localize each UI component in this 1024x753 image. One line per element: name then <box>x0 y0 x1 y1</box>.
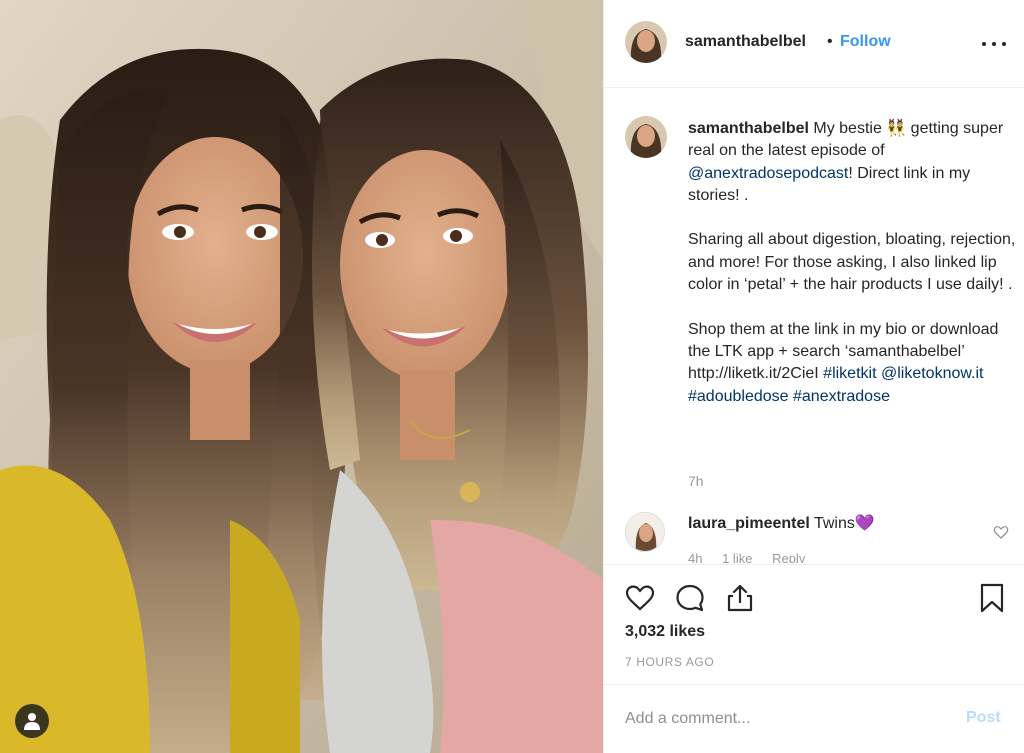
avatar[interactable] <box>625 21 667 63</box>
comment-username[interactable]: laura_pimeentel <box>688 515 810 532</box>
caption-paragraph-2: Sharing all about digestion, bloating, r… <box>688 231 1016 294</box>
hashtag-link[interactable]: #liketkit <box>823 365 876 382</box>
comment-input[interactable] <box>625 705 945 733</box>
mention-link[interactable]: @liketoknow.it <box>881 365 984 382</box>
post-photo[interactable] <box>0 0 603 753</box>
comment: laura_pimeentel Twins💜 <box>688 513 875 533</box>
caption-time[interactable]: 7h <box>688 473 704 489</box>
comment-time: 4h <box>688 551 703 563</box>
separator-dot: • <box>827 33 833 50</box>
follow-button[interactable]: Follow <box>840 33 891 51</box>
reply-button[interactable]: Reply <box>772 551 805 563</box>
heart-icon[interactable] <box>993 524 1009 540</box>
post-sidebar: samanthabelbel • Follow samanthabelbel M… <box>603 0 1024 753</box>
post-caption: samanthabelbel My bestie 👯 getting super… <box>688 118 1016 408</box>
photo-illustration <box>0 0 603 753</box>
hashtag-link[interactable]: #adoubledose <box>688 388 789 405</box>
user-icon[interactable] <box>15 704 49 738</box>
post-actions: 3,032 likes 7 HOURS AGO <box>604 564 1024 684</box>
comment-avatar[interactable] <box>625 512 665 552</box>
mention-link[interactable]: @anextradosepodcast <box>688 165 848 182</box>
bookmark-icon[interactable] <box>976 582 1008 614</box>
likes-count[interactable]: 3,032 likes <box>625 623 705 641</box>
comment-icon[interactable] <box>674 582 706 614</box>
comments-section[interactable]: samanthabelbel My bestie 👯 getting super… <box>604 89 1024 563</box>
post-button[interactable]: Post <box>966 709 1001 727</box>
more-horizontal-icon[interactable] <box>982 34 1006 54</box>
share-icon[interactable] <box>724 582 756 614</box>
post-header: samanthabelbel • Follow <box>604 0 1024 88</box>
comment-text: Twins💜 <box>809 515 875 532</box>
caption-username[interactable]: samanthabelbel <box>688 120 809 137</box>
heart-icon[interactable] <box>624 582 656 614</box>
header-username[interactable]: samanthabelbel <box>685 33 806 51</box>
comment-likes[interactable]: 1 like <box>722 551 752 563</box>
caption-avatar[interactable] <box>625 116 667 158</box>
comment-meta: 4h 1 like Reply <box>688 551 821 563</box>
hashtag-link[interactable]: #anextradose <box>793 388 890 405</box>
post-timestamp[interactable]: 7 HOURS AGO <box>625 655 714 669</box>
add-comment-bar: Post <box>604 684 1024 753</box>
